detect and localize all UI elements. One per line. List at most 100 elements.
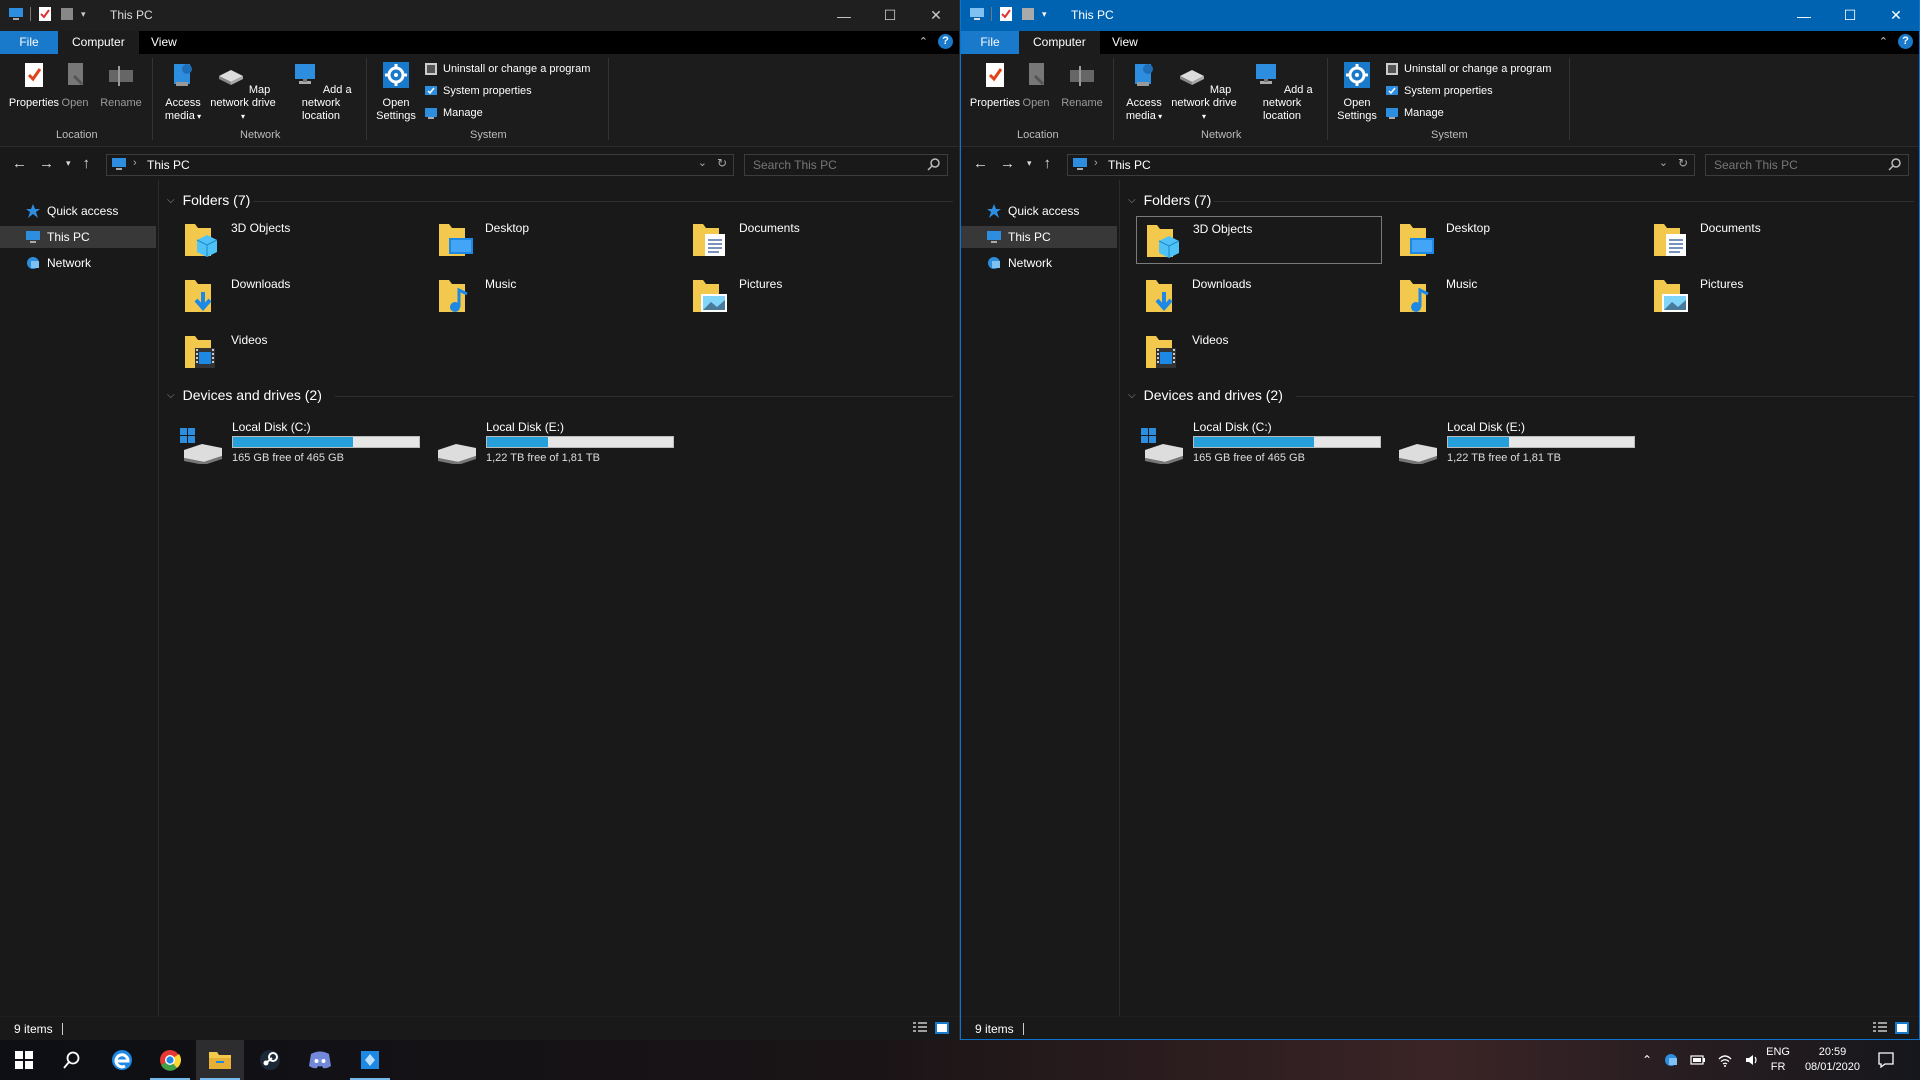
qat-dropdown-icon[interactable]: ▾ [1042,9,1047,20]
search-input[interactable]: Search This PC [1705,154,1909,176]
open-settings-button[interactable]: Open Settings [370,60,422,123]
open-button[interactable]: Open [1018,60,1054,110]
folder-videos[interactable]: Videos [1136,328,1382,376]
minimize-button[interactable]: — [1781,0,1827,31]
taskbar-app[interactable] [346,1040,394,1080]
new-folder-qat-icon[interactable] [59,6,75,22]
address-dropdown-icon[interactable]: ⌄ [698,156,707,169]
add-network-location-button[interactable]: Add a network location [282,60,360,123]
recent-locations-icon[interactable]: ▾ [1027,158,1032,169]
search-button[interactable] [48,1040,96,1080]
sidebar-item-this-pc[interactable]: This PC [961,226,1117,248]
forward-arrow-icon[interactable]: → [1000,155,1015,172]
tab-computer[interactable]: Computer [58,31,139,54]
forward-arrow-icon[interactable]: → [39,155,54,172]
search-input[interactable]: Search This PC [744,154,948,176]
taskbar-chrome[interactable] [146,1040,194,1080]
battery-icon[interactable] [1690,1052,1706,1068]
input-language[interactable]: ENG FR [1766,1045,1790,1075]
address-dropdown-icon[interactable]: ⌄ [1659,156,1668,169]
qat-dropdown-icon[interactable]: ▾ [81,9,86,20]
folder-3d-objects[interactable]: 3D Objects [175,216,421,264]
uninstall-program-button[interactable]: Uninstall or change a program [1385,62,1551,76]
sidebar-item-network[interactable]: Network [961,252,1117,274]
wifi-icon[interactable] [1717,1052,1733,1068]
tab-file[interactable]: File [0,31,58,54]
close-button[interactable]: ✕ [1873,0,1919,31]
refresh-icon[interactable]: ↻ [717,156,727,170]
folder-pictures[interactable]: Pictures [683,272,929,320]
clock[interactable]: 20:59 08/01/2020 [1805,1045,1860,1075]
drive-e[interactable]: Local Disk (E:) 1,22 TB free of 1,81 TB [432,420,682,470]
back-arrow-icon[interactable]: ← [12,155,27,172]
drive-c[interactable]: Local Disk (C:) 165 GB free of 465 GB [178,420,428,470]
access-media-button[interactable]: Access media ▾ [160,60,206,123]
properties-button[interactable]: Properties [967,60,1023,110]
sidebar-item-network[interactable]: Network [0,252,156,274]
tab-computer[interactable]: Computer [1019,31,1100,54]
folder-downloads[interactable]: Downloads [175,272,421,320]
maximize-button[interactable]: ☐ [1827,0,1873,31]
folders-group-header[interactable]: ⌵ Folders (7) [1128,192,1211,208]
sidebar-item-quick-access[interactable]: Quick access [961,200,1117,222]
sidebar-item-this-pc[interactable]: This PC [0,226,156,248]
properties-qat-icon[interactable] [998,6,1014,22]
show-hidden-icons-icon[interactable]: ⌃ [1642,1053,1652,1067]
title-bar[interactable]: ▾ This PC — ☐ ✕ [0,0,959,31]
folders-group-header[interactable]: ⌵ Folders (7) [167,192,250,208]
details-view-icon[interactable] [913,1022,927,1034]
up-arrow-icon[interactable]: ↑ [1044,155,1052,172]
folder-videos[interactable]: Videos [175,328,421,376]
taskbar-file-explorer[interactable] [196,1040,244,1080]
collapse-ribbon-icon[interactable]: ⌃ [1879,35,1888,48]
map-network-drive-button[interactable]: Map network drive ▾ [1169,60,1239,123]
taskbar-edge[interactable] [98,1040,146,1080]
folder-documents[interactable]: Documents [1644,216,1890,264]
tab-file[interactable]: File [961,31,1019,54]
drives-group-header[interactable]: ⌵ Devices and drives (2) [1128,387,1283,403]
folder-music[interactable]: Music [1390,272,1636,320]
tab-view[interactable]: View [1098,31,1152,54]
rename-button[interactable]: Rename [99,60,143,110]
access-media-button[interactable]: Access media ▾ [1121,60,1167,123]
help-icon[interactable]: ? [1898,34,1913,49]
manage-button[interactable]: Manage [424,106,483,120]
breadcrumb-chevron-icon[interactable]: › [1094,157,1098,169]
folder-documents[interactable]: Documents [683,216,929,264]
map-network-drive-button[interactable]: Map network drive ▾ [208,60,278,123]
start-button[interactable] [0,1040,48,1080]
address-bar[interactable]: › This PC ⌄ ↻ [106,154,734,176]
refresh-icon[interactable]: ↻ [1678,156,1688,170]
system-properties-button[interactable]: System properties [424,84,532,98]
folder-downloads[interactable]: Downloads [1136,272,1382,320]
drive-c[interactable]: Local Disk (C:) 165 GB free of 465 GB [1139,420,1389,470]
volume-icon[interactable] [1744,1052,1760,1068]
breadcrumb[interactable]: This PC [1108,158,1151,172]
properties-qat-icon[interactable] [37,6,53,22]
large-icons-view-icon[interactable] [935,1022,949,1034]
rename-button[interactable]: Rename [1060,60,1104,110]
action-center-button[interactable] [1862,1040,1910,1080]
tab-view[interactable]: View [137,31,191,54]
help-icon[interactable]: ? [938,34,953,49]
breadcrumb-chevron-icon[interactable]: › [133,157,137,169]
back-arrow-icon[interactable]: ← [973,155,988,172]
manage-button[interactable]: Manage [1385,106,1444,120]
add-network-location-button[interactable]: Add a network location [1243,60,1321,123]
close-button[interactable]: ✕ [913,0,959,31]
title-bar[interactable]: ▾ This PC — ☐ ✕ [961,0,1919,31]
network-app-tray-icon[interactable] [1663,1052,1679,1068]
folder-pictures[interactable]: Pictures [1644,272,1890,320]
folder-music[interactable]: Music [429,272,675,320]
minimize-button[interactable]: — [821,0,867,31]
collapse-ribbon-icon[interactable]: ⌃ [919,35,928,48]
uninstall-program-button[interactable]: Uninstall or change a program [424,62,590,76]
sidebar-item-quick-access[interactable]: Quick access [0,200,156,222]
breadcrumb[interactable]: This PC [147,158,190,172]
folder-desktop[interactable]: Desktop [429,216,675,264]
maximize-button[interactable]: ☐ [867,0,913,31]
address-bar[interactable]: › This PC ⌄ ↻ [1067,154,1695,176]
drive-e[interactable]: Local Disk (E:) 1,22 TB free of 1,81 TB [1393,420,1643,470]
drives-group-header[interactable]: ⌵ Devices and drives (2) [167,387,322,403]
taskbar-discord[interactable] [296,1040,344,1080]
